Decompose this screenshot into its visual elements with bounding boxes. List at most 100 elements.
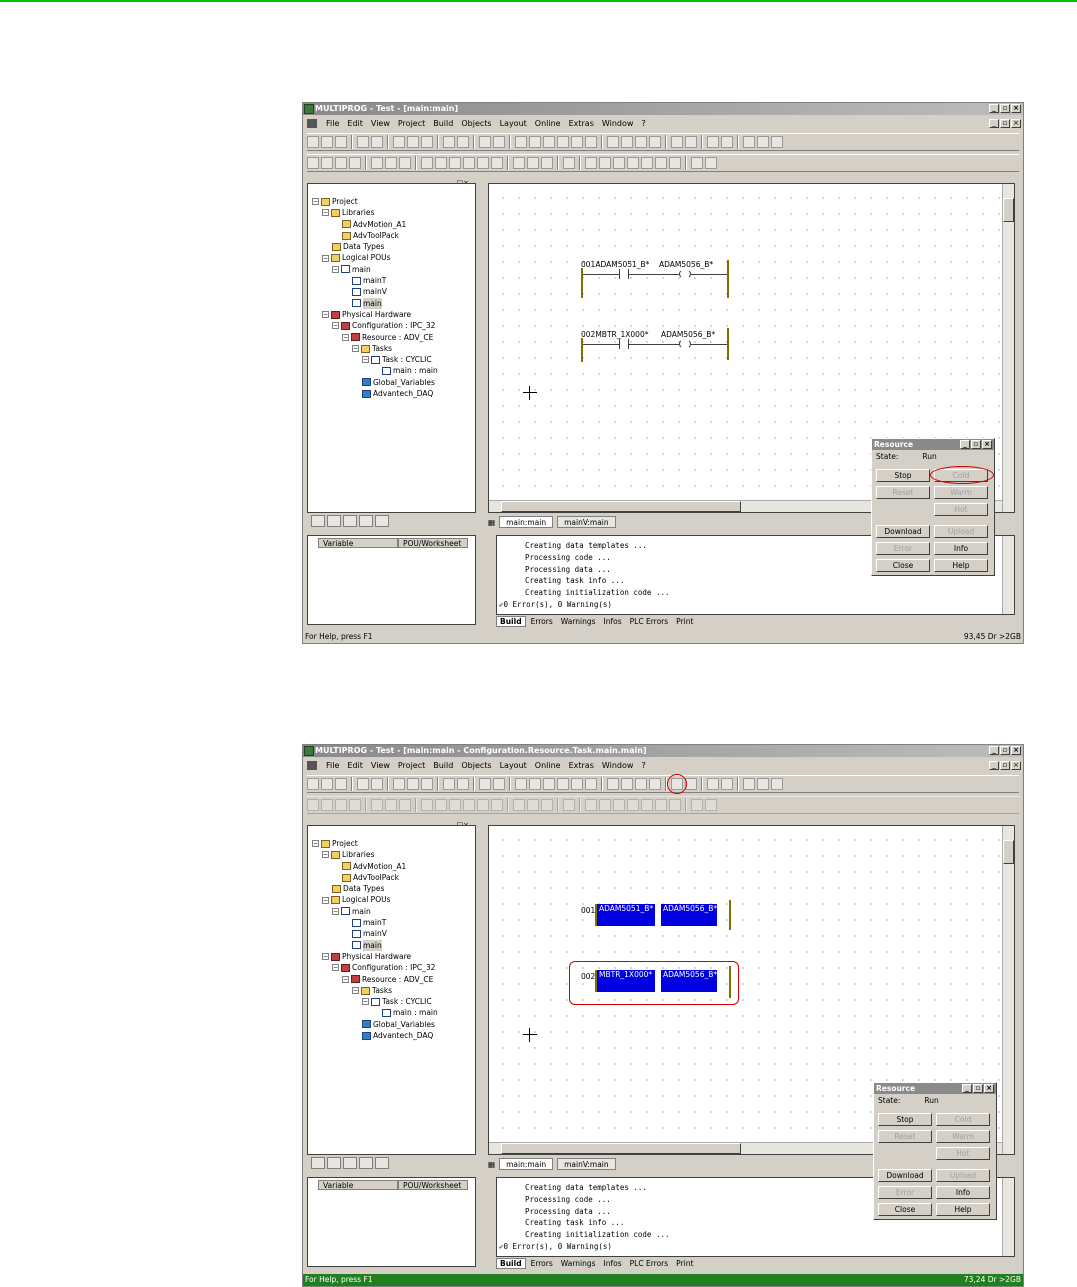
window-title-bar[interactable]: MULTIPROG - Test - [main:main - Configur…: [303, 745, 1023, 757]
hot-button[interactable]: Hot: [934, 503, 988, 516]
tree-tab-edit-icon[interactable]: [375, 515, 389, 527]
redo-icon[interactable]: [457, 136, 469, 148]
tab-plc-errors[interactable]: PLC Errors: [627, 1259, 672, 1268]
stop-button[interactable]: Stop: [878, 1113, 932, 1126]
tool-icon[interactable]: [491, 799, 503, 811]
tree-node-project[interactable]: − Project: [312, 196, 438, 207]
print-icon[interactable]: [371, 136, 383, 148]
make-icon[interactable]: [621, 778, 633, 790]
stop-icon[interactable]: [721, 136, 733, 148]
resource-dialog-title[interactable]: Resource _ ▫ ×: [872, 439, 994, 450]
window-icon[interactable]: [529, 778, 541, 790]
undo-icon[interactable]: [443, 778, 455, 790]
minimize-button[interactable]: _: [989, 746, 999, 755]
tool-icon[interactable]: [421, 799, 433, 811]
save-icon[interactable]: [335, 136, 347, 148]
help-button[interactable]: Help: [936, 1203, 990, 1216]
tree-node-configuration[interactable]: − Configuration : IPC_32: [312, 320, 438, 331]
mdi-restore-button[interactable]: ▫: [1000, 761, 1010, 770]
tree-node-datatypes[interactable]: Data Types: [312, 883, 438, 894]
tree-node-resource[interactable]: − Resource : ADV_CE: [312, 332, 438, 343]
tool-icon[interactable]: [307, 157, 319, 169]
tool-icon[interactable]: [541, 799, 553, 811]
tree-node-mainv[interactable]: mainV: [312, 928, 438, 939]
tool-icon[interactable]: [477, 799, 489, 811]
tree-node-main-code[interactable]: main: [312, 939, 438, 951]
tab-print[interactable]: Print: [673, 1259, 696, 1268]
line-icon[interactable]: [399, 799, 411, 811]
tool-icon[interactable]: [771, 778, 783, 790]
coil-icon[interactable]: [641, 799, 653, 811]
tree-tab-project-icon[interactable]: [311, 1157, 325, 1169]
build-icon[interactable]: [649, 136, 661, 148]
mdi-minimize-button[interactable]: _: [989, 761, 999, 770]
maximize-button[interactable]: ▫: [1000, 746, 1010, 755]
tree-node-maint[interactable]: mainT: [312, 917, 438, 928]
cold-button[interactable]: Cold: [936, 1113, 990, 1126]
hot-button[interactable]: Hot: [936, 1147, 990, 1160]
tree-node-libraries[interactable]: − Libraries: [312, 207, 438, 218]
tree-node-global-variables[interactable]: Global_Variables: [312, 1019, 438, 1030]
paste-icon[interactable]: [421, 778, 433, 790]
tool-icon[interactable]: [491, 157, 503, 169]
rung-1-coil-label[interactable]: ADAM5056_B*: [661, 904, 717, 926]
coil-symbol[interactable]: [679, 269, 691, 279]
mdi-minimize-button[interactable]: _: [989, 119, 999, 128]
close-button[interactable]: ×: [1011, 104, 1021, 113]
coil-icon[interactable]: [613, 157, 625, 169]
tool-icon[interactable]: [527, 799, 539, 811]
tree-tab-project-icon[interactable]: [311, 515, 325, 527]
tool-icon[interactable]: [543, 136, 555, 148]
window-icon[interactable]: [515, 778, 527, 790]
tab-warnings[interactable]: Warnings: [558, 1259, 599, 1268]
window-icon[interactable]: [515, 136, 527, 148]
warm-button[interactable]: Warm: [936, 1130, 990, 1143]
maximize-button[interactable]: ▫: [971, 440, 981, 449]
maximize-button[interactable]: ▫: [1000, 104, 1010, 113]
tool-icon[interactable]: [463, 799, 475, 811]
print-icon[interactable]: [371, 778, 383, 790]
tool-icon[interactable]: [335, 157, 347, 169]
tool-icon[interactable]: [585, 778, 597, 790]
tool-icon[interactable]: [705, 157, 717, 169]
reset-button[interactable]: Reset: [876, 486, 930, 499]
menu-view[interactable]: View: [370, 119, 391, 128]
tab-plc-errors[interactable]: PLC Errors: [627, 617, 672, 626]
tree-node-main-main[interactable]: main : main: [312, 365, 438, 376]
pou-worksheet-column-header[interactable]: POU/Worksheet: [398, 1180, 468, 1190]
save-icon[interactable]: [335, 778, 347, 790]
contact-symbol[interactable]: [619, 339, 629, 349]
coil-icon[interactable]: [641, 157, 653, 169]
tool-icon[interactable]: [669, 799, 681, 811]
close-button[interactable]: ×: [1011, 746, 1021, 755]
build-icon[interactable]: [649, 778, 661, 790]
tree-node-tasks[interactable]: − Tasks: [312, 343, 438, 354]
open-icon[interactable]: [321, 136, 333, 148]
tree-node-main[interactable]: − main: [312, 906, 438, 917]
tool-icon[interactable]: [655, 157, 667, 169]
tool-icon[interactable]: [435, 799, 447, 811]
pointer-icon[interactable]: [385, 157, 397, 169]
copy-icon[interactable]: [407, 136, 419, 148]
tool-icon[interactable]: [557, 778, 569, 790]
menu-extras[interactable]: Extras: [568, 119, 595, 128]
document-icon[interactable]: [307, 119, 317, 128]
tool-icon[interactable]: [435, 157, 447, 169]
tool-icon[interactable]: [321, 157, 333, 169]
menu-objects[interactable]: Objects: [460, 119, 492, 128]
print-preview-icon[interactable]: [357, 778, 369, 790]
stop-icon[interactable]: [721, 778, 733, 790]
copy-icon[interactable]: [407, 778, 419, 790]
compile-icon[interactable]: [607, 778, 619, 790]
undo-icon[interactable]: [443, 136, 455, 148]
cut-icon[interactable]: [393, 136, 405, 148]
tab-main-main[interactable]: main:main: [499, 1158, 554, 1170]
tree-node-task-cyclic[interactable]: − Task : CYCLIC: [312, 996, 438, 1007]
upload-button[interactable]: Upload: [934, 525, 988, 538]
tool-icon[interactable]: [585, 136, 597, 148]
line-icon[interactable]: [399, 157, 411, 169]
tool-icon[interactable]: [743, 778, 755, 790]
contact-icon[interactable]: [585, 157, 597, 169]
tool-icon[interactable]: [513, 799, 525, 811]
tool-icon[interactable]: [771, 136, 783, 148]
